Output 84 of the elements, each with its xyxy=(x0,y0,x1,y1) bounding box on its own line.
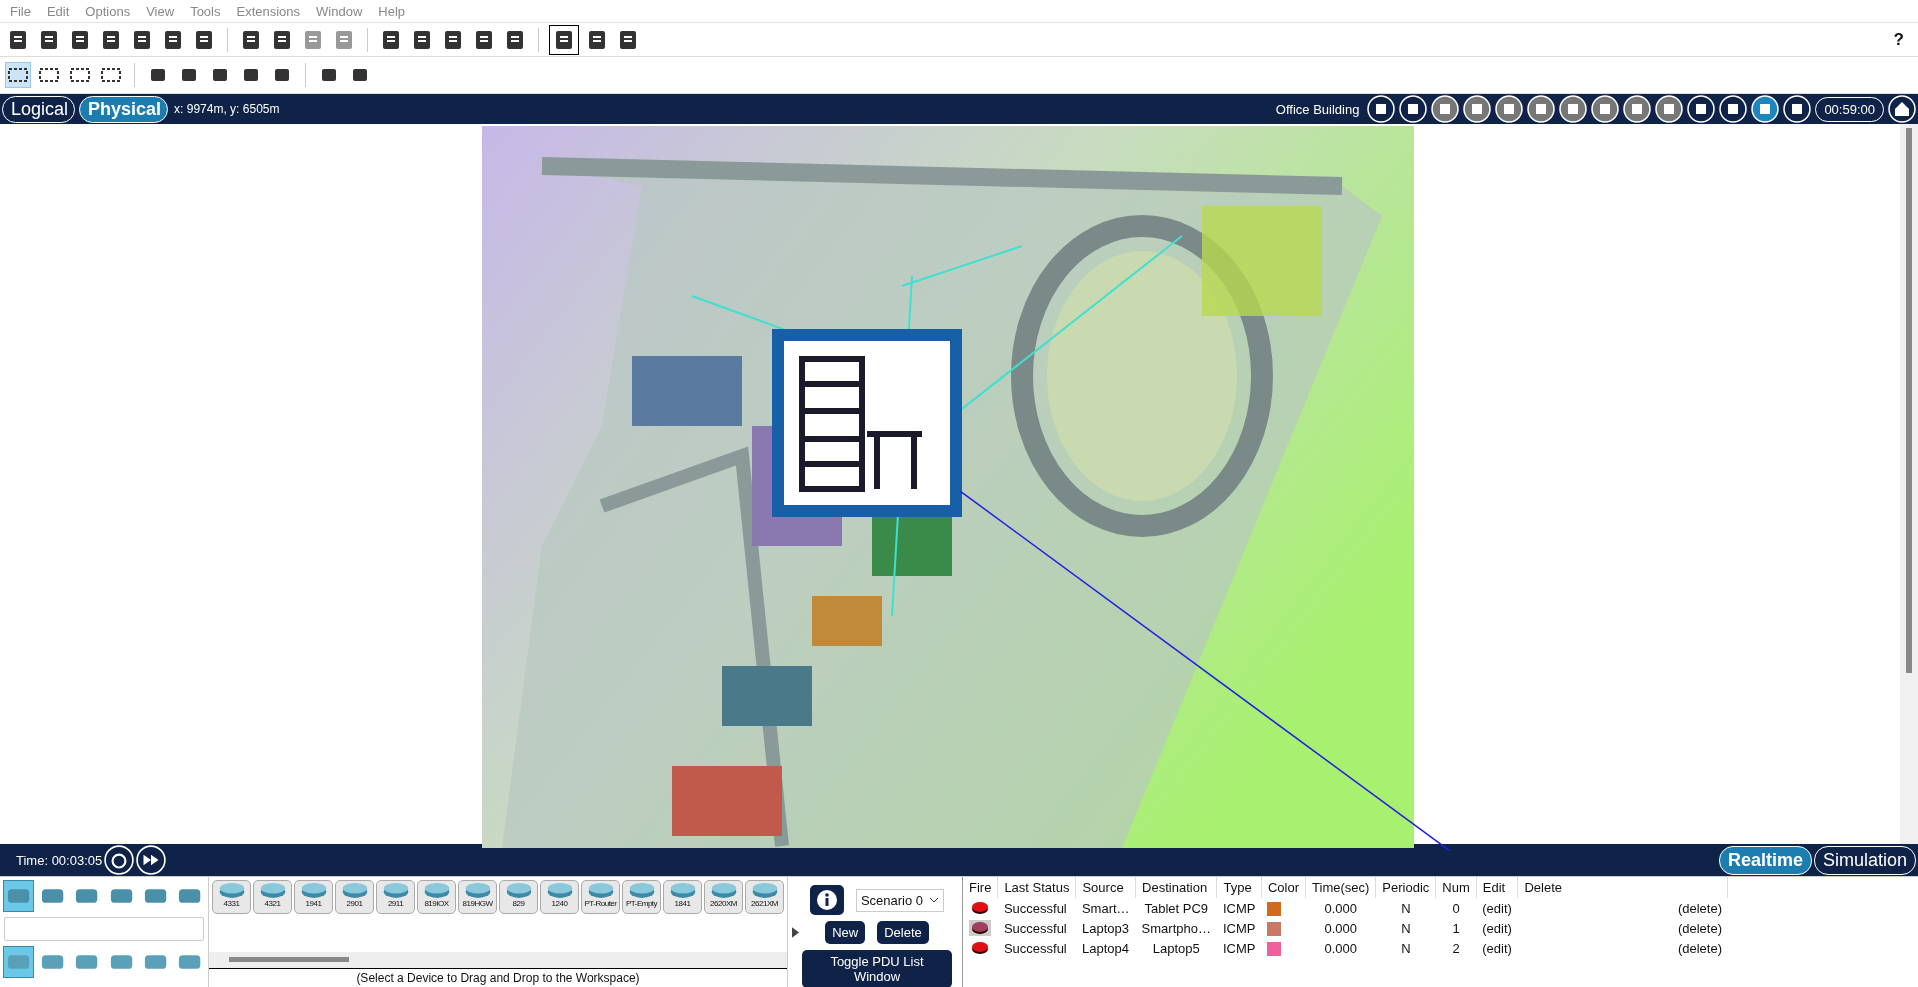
table-cell-text: Laptop3 xyxy=(1080,919,1130,938)
router-device-button[interactable]: 4331 xyxy=(212,880,251,914)
time-label: Time: 00:03:05 xyxy=(16,852,103,868)
menu-item[interactable]: Window xyxy=(312,3,371,19)
table-cell-text: 1 xyxy=(1451,919,1461,938)
table-cell-text: Laptop4 xyxy=(1080,939,1130,958)
table-cell-text: N xyxy=(1400,939,1412,958)
caret-icon xyxy=(929,897,940,903)
table-cell-text: 0.000 xyxy=(1323,939,1358,958)
router-device-button[interactable]: 4321 xyxy=(253,880,292,914)
fire-button-icon[interactable] xyxy=(969,920,992,936)
column-header: Type xyxy=(1217,877,1262,898)
scroll-thumb[interactable] xyxy=(229,957,349,962)
edit-link[interactable]: (edit) xyxy=(1482,920,1512,936)
table-cell-text: Smartpho… xyxy=(1140,919,1212,938)
help-button[interactable]: ? xyxy=(1893,29,1904,50)
device-hint: (Select a Device to Drag and Drop to the Workspace) xyxy=(209,968,787,987)
pdu-button[interactable]: New xyxy=(825,921,866,944)
view-tab[interactable]: Physical xyxy=(79,95,169,123)
table-cell: 0 xyxy=(1435,898,1477,918)
mode-tab[interactable]: Simulation xyxy=(1813,845,1916,875)
delete-link[interactable]: (delete) xyxy=(1677,920,1722,936)
column-header: Fire xyxy=(963,877,998,898)
table-cell: Tablet PC9 xyxy=(1135,898,1217,918)
router-device-button[interactable]: 2620XM xyxy=(704,880,743,914)
table-cell-text: N xyxy=(1400,919,1412,938)
table-cell: 0.000 xyxy=(1305,898,1376,918)
location-label: Office Building xyxy=(1275,101,1360,117)
table-cell-text: Successful xyxy=(1002,919,1068,938)
table-cell-text: Successful xyxy=(1002,939,1068,958)
home-icon[interactable] xyxy=(1888,95,1916,123)
router-device-button[interactable]: 2911 xyxy=(376,880,415,914)
delete-link[interactable]: (delete) xyxy=(1677,940,1722,956)
menu-item[interactable]: Options xyxy=(81,3,139,19)
column-header: Num xyxy=(1435,877,1477,898)
router-device-button[interactable]: PT-Router xyxy=(581,880,620,914)
table-cell-text: 0.000 xyxy=(1323,919,1358,938)
select-icon[interactable] xyxy=(6,63,30,87)
edit-link[interactable]: (edit) xyxy=(1482,940,1512,956)
menu-item[interactable]: Tools xyxy=(186,3,229,19)
router-device-button[interactable]: 2621XM xyxy=(745,880,784,914)
column-header: Edit xyxy=(1476,877,1518,898)
menu-item[interactable]: View xyxy=(142,3,183,19)
menu-item[interactable]: File xyxy=(6,3,39,19)
table-cell: N xyxy=(1375,898,1436,918)
menu-item[interactable]: Help xyxy=(374,3,414,19)
column-header: Time(sec) xyxy=(1305,877,1376,898)
router-device-button[interactable]: 1941 xyxy=(294,880,333,914)
info-button[interactable] xyxy=(809,885,844,915)
scenario-dropdown[interactable]: Scenario 0 xyxy=(855,888,945,912)
device-name-field[interactable] xyxy=(4,917,204,941)
scroll-thumb[interactable] xyxy=(1906,128,1912,673)
document-icon[interactable] xyxy=(550,25,578,54)
delete-link[interactable]: (delete) xyxy=(1677,900,1722,916)
column-header: Delete xyxy=(1517,877,1728,898)
view-tab[interactable]: Logical xyxy=(2,95,76,123)
column-header: Color xyxy=(1261,877,1306,898)
pdu-button[interactable]: Delete xyxy=(877,921,929,944)
table-cell: Smart… xyxy=(1075,898,1136,918)
router-device-button[interactable]: PT-Empty xyxy=(622,880,661,914)
table-cell-text: Laptop5 xyxy=(1151,939,1201,958)
router-device-button[interactable]: 819HGW xyxy=(458,880,497,914)
table-cell-text: 2 xyxy=(1451,939,1461,958)
router-device-button[interactable]: 1841 xyxy=(663,880,702,914)
router-device-button[interactable]: 2901 xyxy=(335,880,374,914)
column-header: Last Status xyxy=(997,877,1076,898)
fast-forward-icon[interactable] xyxy=(136,845,167,875)
column-header: Source xyxy=(1075,877,1136,898)
toggle-pdu-button[interactable]: Toggle PDU List Window xyxy=(802,950,952,987)
router-device-button[interactable]: 1240 xyxy=(540,880,579,914)
coordinates-text: x: 9974m, y: 6505m xyxy=(174,102,280,116)
table-cell-text: ICMP xyxy=(1222,919,1257,938)
table-cell: ICMP xyxy=(1217,898,1262,918)
column-header: Periodic xyxy=(1375,877,1436,898)
edit-link[interactable]: (edit) xyxy=(1482,900,1512,916)
table-cell-text: ICMP xyxy=(1222,939,1257,958)
menu-item[interactable]: Edit xyxy=(42,3,78,19)
router-device-button[interactable]: 829 xyxy=(499,880,538,914)
expand-arrow-icon[interactable] xyxy=(791,926,799,938)
column-header: Destination xyxy=(1135,877,1217,898)
table-cell: Successful xyxy=(997,898,1076,918)
menu-item[interactable]: Extensions xyxy=(232,3,309,19)
router-device-button[interactable]: 819IOX xyxy=(417,880,456,914)
mode-tab[interactable]: Realtime xyxy=(1718,845,1812,875)
